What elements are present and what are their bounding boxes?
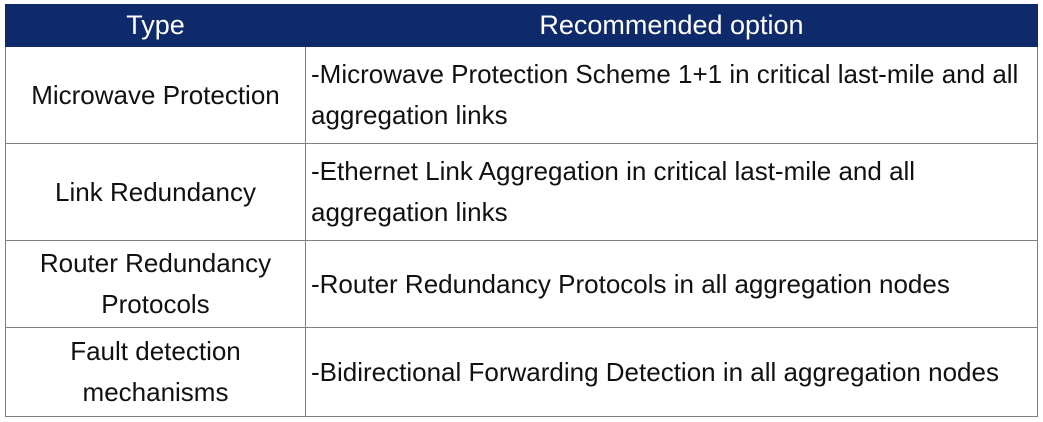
option-cell: -Bidirectional Forwarding Detection in a…: [305, 327, 1038, 417]
header-recommended-option: Recommended option: [305, 4, 1038, 47]
type-cell: Link Redundancy: [5, 143, 306, 241]
recommendations-table: Type Recommended option Microwave Protec…: [5, 4, 1038, 417]
type-cell: Fault detection mechanisms: [5, 327, 306, 417]
header-type: Type: [5, 4, 306, 47]
type-cell: Microwave Protection: [5, 46, 306, 144]
table-row: Router Redundancy Protocols -Router Redu…: [5, 240, 1038, 328]
option-cell: -Microwave Protection Scheme 1+1 in crit…: [305, 46, 1038, 144]
option-cell: -Router Redundancy Protocols in all aggr…: [305, 240, 1038, 328]
header-row: Type Recommended option: [5, 4, 1038, 47]
option-cell: -Ethernet Link Aggregation in critical l…: [305, 143, 1038, 241]
type-cell: Router Redundancy Protocols: [5, 240, 306, 328]
table-row: Link Redundancy -Ethernet Link Aggregati…: [5, 143, 1038, 241]
table-row: Fault detection mechanisms -Bidirectiona…: [5, 327, 1038, 417]
table-row: Microwave Protection -Microwave Protecti…: [5, 46, 1038, 144]
